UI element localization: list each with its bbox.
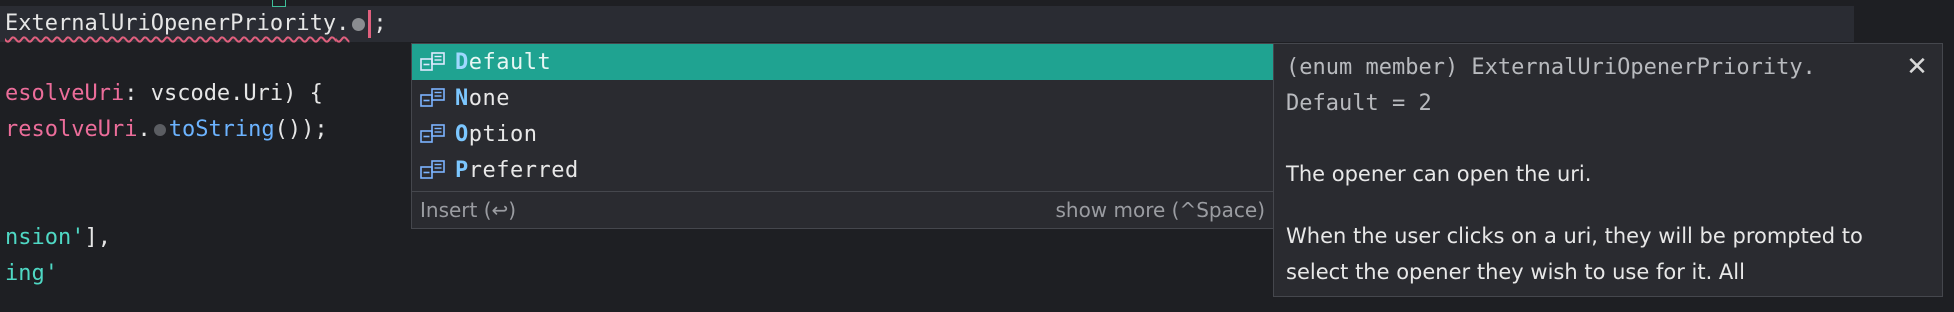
suggest-item-default[interactable]: Default [412,44,1273,80]
whitespace-dot [352,17,366,31]
semicolon-token: ; [373,11,387,36]
close-icon[interactable]: ✕ [1902,52,1932,82]
enum-member-icon [419,123,447,145]
show-more-hint[interactable]: show more (^Space) [1055,198,1265,222]
suggest-item-label: Preferred [455,157,579,183]
suggest-item-label: Default [455,49,552,75]
code-line-5[interactable]: ing' [5,256,58,292]
text-cursor [368,10,372,38]
details-doc-paragraph: The opener can open the uri. [1286,162,1592,186]
whitespace-dot [153,124,166,136]
enum-member-icon [419,159,447,181]
param-type: : vscode.Uri) { [124,81,323,106]
enum-member-icon [419,87,447,109]
dot-token: . [336,11,350,36]
code-line-1[interactable]: ExternalUriOpenerPriority.; [5,6,387,42]
code-line-2[interactable]: esolveUri: vscode.Uri) { [5,76,323,112]
code-line-4[interactable]: nsion'], [5,220,111,256]
details-signature: (enum member) ExternalUriOpenerPriority.… [1286,55,1816,116]
details-doc-paragraph: When the user clicks on a uri, they will… [1286,224,1863,284]
method-identifier: toString [168,117,275,142]
suggest-item-preferred[interactable]: Preferred [412,152,1273,188]
suggest-item-none[interactable]: None [412,80,1273,116]
suggest-widget[interactable]: Default None Option Preferred Insert (↩)… [411,43,1274,229]
suggest-item-label: None [455,85,510,111]
variable-identifier: resolveUri [5,117,138,142]
suggest-details-panel: (enum member) ExternalUriOpenerPriority.… [1273,43,1943,297]
suggest-status-bar: Insert (↩) show more (^Space) [412,191,1273,229]
enum-identifier: ExternalUriOpenerPriority [5,11,337,36]
insert-hint[interactable]: Insert (↩) [420,198,516,222]
suggest-item-option[interactable]: Option [412,116,1273,152]
code-line-3[interactable]: resolveUri. toString()); [5,112,328,148]
enum-member-icon [419,51,447,73]
param-identifier: esolveUri [5,81,125,106]
dot-token: . [137,117,151,142]
array-close: ], [84,225,111,250]
string-literal: ing' [5,261,58,286]
call-parens: ()); [274,117,328,142]
string-literal: nsion' [5,225,85,250]
suggest-item-label: Option [455,121,538,147]
